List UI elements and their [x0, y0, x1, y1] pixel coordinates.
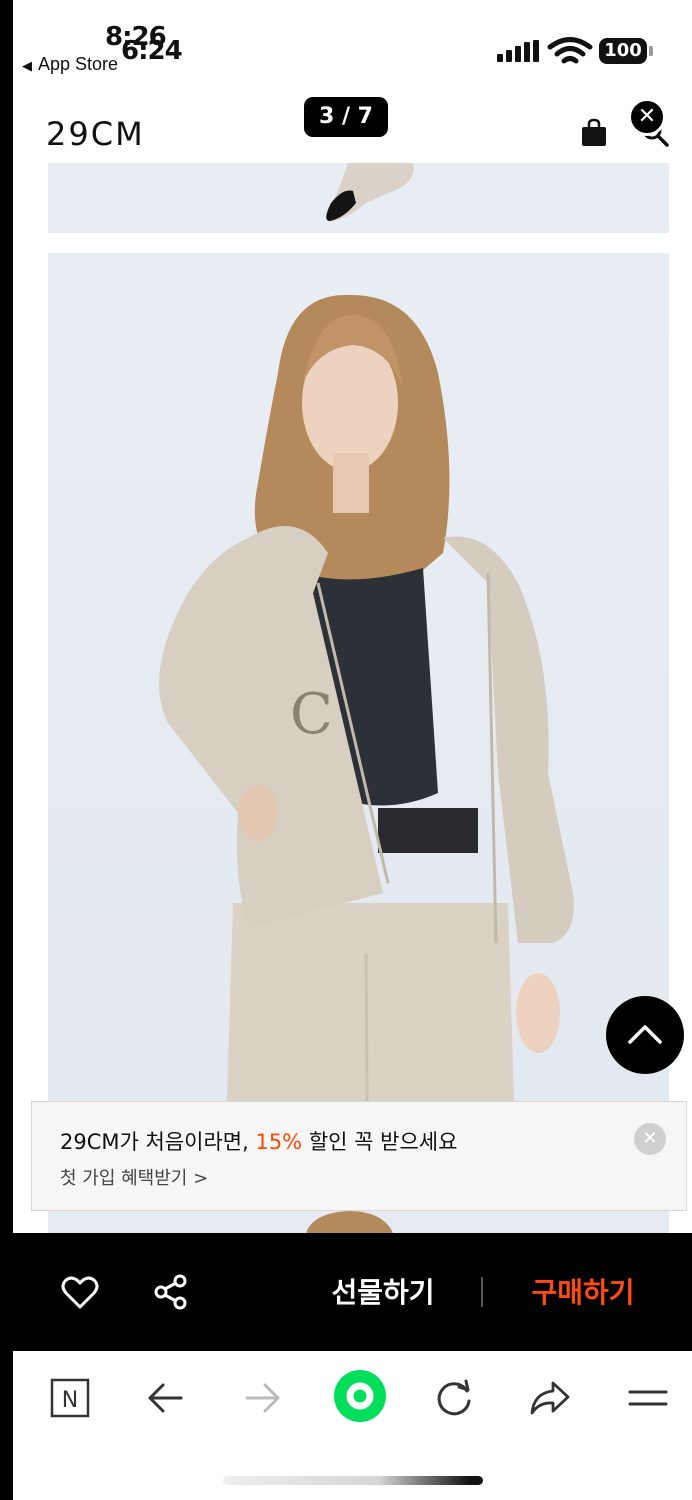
promo-signup-link[interactable]: 첫 가입 혜택받기 > [60, 1164, 208, 1190]
refresh-icon[interactable] [429, 1373, 479, 1423]
promo-title-prefix: 29CM가 처음이라면, [60, 1130, 256, 1154]
back-to-app-link[interactable]: ◀ App Store [22, 54, 118, 75]
promo-discount-highlight: 15% [255, 1130, 303, 1154]
promo-title: 29CM가 처음이라면, 15% 할인 꼭 받으세요 [60, 1126, 457, 1156]
status-time-overlay: 6:24 [121, 36, 183, 66]
next-image-peek [306, 1211, 393, 1233]
naver-home-icon[interactable]: N [45, 1373, 95, 1423]
status-bar: 8:26 6:24 ◀ App Store 100 [13, 0, 692, 95]
site-logo[interactable]: 29CM [46, 115, 145, 153]
svg-text:C: C [290, 682, 333, 747]
close-icon[interactable]: ✕ [634, 1123, 666, 1155]
back-triangle-icon: ◀ [22, 58, 32, 73]
shopping-bag-icon[interactable] [580, 118, 608, 148]
back-arrow-icon[interactable] [141, 1373, 191, 1423]
menu-icon[interactable] [623, 1373, 673, 1423]
browser-toolbar: N [13, 1351, 692, 1446]
battery-indicator: 100 [599, 38, 647, 64]
heart-icon[interactable] [61, 1276, 99, 1310]
back-app-label: App Store [38, 54, 119, 74]
gift-button[interactable]: 선물하기 [313, 1271, 453, 1311]
image-counter-badge: 3 / 7 [304, 97, 388, 137]
left-edge-strip [0, 0, 13, 1500]
model-photo-illustration: C [159, 294, 574, 1233]
product-image-next [48, 1211, 669, 1233]
battery-cap [649, 46, 653, 56]
shoe-illustration [326, 163, 414, 222]
green-dot-icon[interactable] [331, 1367, 389, 1425]
scroll-to-top-button[interactable] [606, 996, 684, 1074]
share-arrow-icon[interactable] [525, 1373, 575, 1423]
product-image-previous [48, 163, 669, 233]
chevron-up-icon [628, 1025, 662, 1044]
bar-divider [481, 1277, 483, 1307]
svg-text:N: N [62, 1388, 78, 1413]
buy-button[interactable]: 구매하기 [513, 1271, 653, 1311]
home-indicator[interactable] [223, 1476, 483, 1485]
forward-arrow-icon[interactable] [237, 1373, 287, 1423]
close-icon[interactable]: ✕ [628, 98, 666, 136]
product-image-main: C [48, 253, 669, 1233]
signal-icon [497, 40, 543, 62]
wifi-icon [547, 37, 593, 64]
promo-title-suffix: 할인 꼭 받으세요 [302, 1130, 458, 1154]
share-icon[interactable] [153, 1274, 189, 1310]
purchase-bar: 선물하기 구매하기 [13, 1233, 692, 1351]
signup-promo-banner[interactable]: 29CM가 처음이라면, 15% 할인 꼭 받으세요 첫 가입 혜택받기 > ✕ [31, 1101, 687, 1211]
